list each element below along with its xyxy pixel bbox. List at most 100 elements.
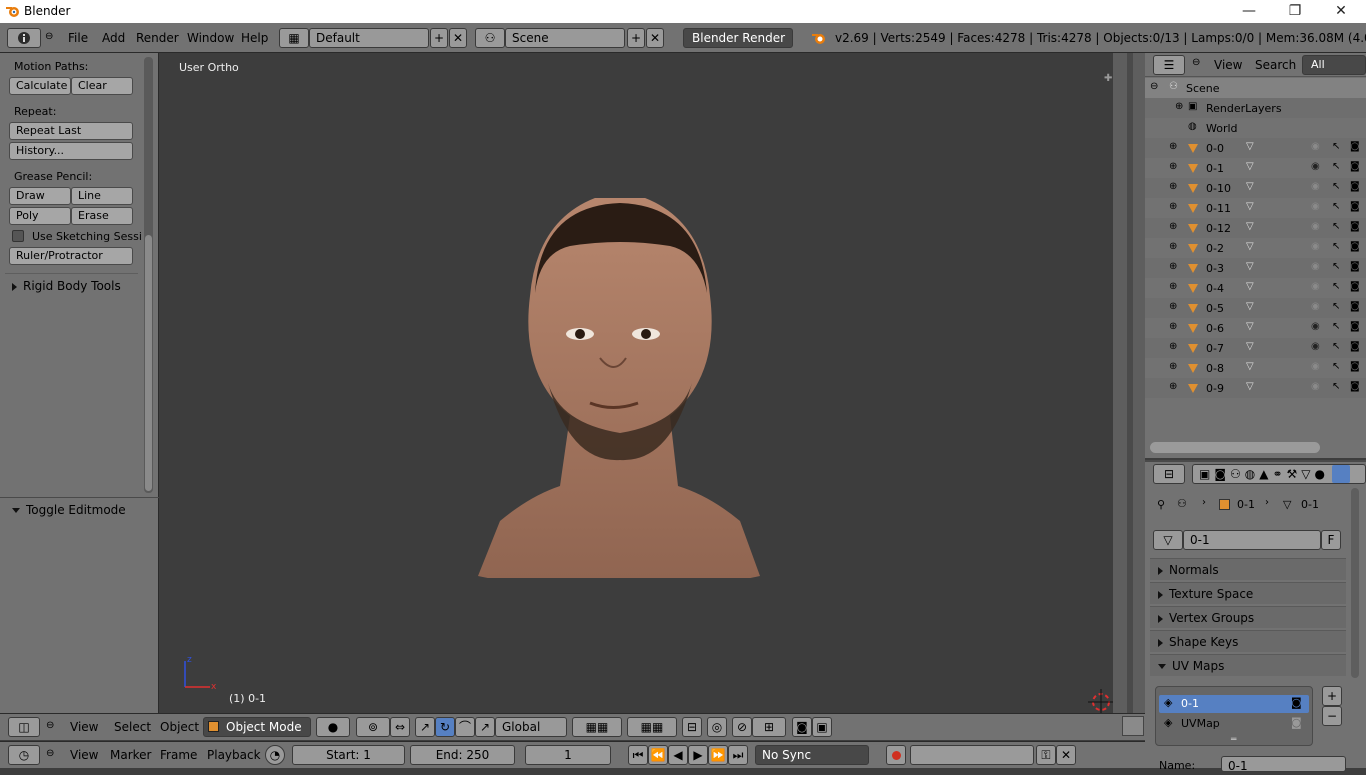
expand-toggle-icon[interactable]: ⊕: [1169, 221, 1177, 232]
menu-render[interactable]: Render: [136, 31, 179, 45]
collapse-menu-icon[interactable]: ⊖: [46, 748, 54, 759]
tree-row-scene[interactable]: ⊖ ⚇ Scene: [1145, 78, 1366, 98]
renderable-camera-icon[interactable]: ◙: [1350, 261, 1360, 272]
panel-uv-maps[interactable]: UV Maps: [1150, 654, 1346, 676]
poly-button[interactable]: Poly: [9, 207, 71, 225]
visibility-eye-icon[interactable]: ◉: [1311, 221, 1320, 232]
3d-cursor-icon[interactable]: [1088, 689, 1114, 715]
list-resize-grip-icon[interactable]: ═: [1231, 735, 1236, 745]
visibility-eye-icon[interactable]: ◉: [1311, 181, 1320, 192]
play-reverse-icon[interactable]: ◀: [668, 745, 688, 765]
menu-help[interactable]: Help: [241, 31, 268, 45]
tree-row-object[interactable]: ⊕ 0-5 ▽ ◉ ↖ ◙: [1145, 298, 1366, 318]
tree-row-object[interactable]: ⊕ 0-7 ▽ ◉ ↖ ◙: [1145, 338, 1366, 358]
renderable-camera-icon[interactable]: ◙: [1350, 141, 1360, 152]
renderable-camera-icon[interactable]: ◙: [1350, 241, 1360, 252]
display-mode-select[interactable]: All Scenes: [1302, 55, 1366, 89]
renderable-camera-icon[interactable]: ◙: [1350, 221, 1360, 232]
menu-view[interactable]: View: [70, 748, 98, 762]
expand-toggle-icon[interactable]: ⊕: [1169, 241, 1177, 252]
tree-row-object[interactable]: ⊕ 0-1 ▽ ◉ ↖ ◙: [1145, 158, 1366, 178]
panel-normals[interactable]: Normals: [1150, 558, 1346, 580]
add-uv-map-button[interactable]: +: [1322, 686, 1342, 706]
visibility-eye-icon[interactable]: ◉: [1311, 321, 1320, 332]
jump-end-icon[interactable]: ⏭: [728, 745, 748, 765]
visibility-eye-icon[interactable]: ◉: [1311, 201, 1320, 212]
selectable-cursor-icon[interactable]: ↖: [1332, 221, 1340, 232]
collapse-menu-icon[interactable]: ⊖: [1192, 57, 1200, 68]
screen-layout-icon[interactable]: ▦: [279, 28, 309, 48]
selectable-cursor-icon[interactable]: ↖: [1332, 281, 1340, 292]
timeline-preview-icon[interactable]: ◔: [265, 745, 285, 765]
close-button[interactable]: ✕: [1318, 0, 1364, 23]
mesh-browse-icon[interactable]: ▽: [1153, 530, 1183, 550]
selectable-cursor-icon[interactable]: ↖: [1332, 321, 1340, 332]
jump-keyframe-back-icon[interactable]: ⏪: [648, 745, 668, 765]
scene-selector-icon[interactable]: ⚇: [475, 28, 505, 48]
panel-texture-space[interactable]: Texture Space: [1150, 582, 1346, 604]
renderable-camera-icon[interactable]: ◙: [1350, 301, 1360, 312]
visibility-eye-icon[interactable]: ◉: [1311, 261, 1320, 272]
keying-set-field[interactable]: [910, 745, 1034, 765]
remove-scene-button[interactable]: ✕: [646, 28, 664, 48]
render-engine-select[interactable]: Blender Render: [683, 28, 793, 48]
add-scene-button[interactable]: +: [627, 28, 645, 48]
uv-map-list[interactable]: ◈ 0-1 ◙ ◈ UVMap ◙ ═: [1155, 686, 1313, 746]
selectable-cursor-icon[interactable]: ↖: [1332, 381, 1340, 392]
add-layout-button[interactable]: +: [430, 28, 448, 48]
tree-row-object[interactable]: ⊕ 0-3 ▽ ◉ ↖ ◙: [1145, 258, 1366, 278]
toggle-editmode-panel[interactable]: Toggle Editmode: [12, 503, 126, 517]
collapse-menu-icon[interactable]: ⊖: [45, 31, 53, 42]
expand-toggle-icon[interactable]: ⊕: [1175, 101, 1183, 112]
delete-keyframe-icon[interactable]: ✕: [1056, 745, 1076, 765]
expand-toggle-icon[interactable]: ⊕: [1169, 201, 1177, 212]
menu-select[interactable]: Select: [114, 720, 151, 734]
tree-row-object[interactable]: ⊕ 0-9 ▽ ◉ ↖ ◙: [1145, 378, 1366, 398]
collapse-menu-icon[interactable]: ⊖: [46, 720, 54, 731]
screen-layout-field[interactable]: Default: [309, 28, 429, 48]
menu-marker[interactable]: Marker: [110, 748, 151, 762]
tree-row-object[interactable]: ⊕ 0-10 ▽ ◉ ↖ ◙: [1145, 178, 1366, 198]
tree-row-object[interactable]: ⊕ 0-6 ▽ ◉ ↖ ◙: [1145, 318, 1366, 338]
expand-toggle-icon[interactable]: ⊕: [1169, 161, 1177, 172]
sync-mode-select[interactable]: No Sync: [755, 745, 869, 765]
renderable-camera-icon[interactable]: ◙: [1350, 201, 1360, 212]
tree-row-object[interactable]: ⊕ 0-0 ▽ ◉ ↖ ◙: [1145, 138, 1366, 158]
renderable-camera-icon[interactable]: ◙: [1350, 361, 1360, 372]
expand-toggle-icon[interactable]: ⊕: [1169, 381, 1177, 392]
outliner-horizontal-scrollbar[interactable]: [1150, 442, 1320, 453]
visibility-eye-icon[interactable]: ◉: [1311, 141, 1320, 152]
manipulator-select-icon[interactable]: ↗: [475, 717, 495, 737]
snap-element-select[interactable]: ⊞: [752, 717, 786, 737]
editor-type-properties-button[interactable]: ⊟: [1153, 464, 1185, 484]
uv-map-item-active[interactable]: ◈ 0-1 ◙: [1159, 695, 1309, 713]
expand-toggle-icon[interactable]: ⊕: [1169, 141, 1177, 152]
erase-button[interactable]: Erase: [71, 207, 133, 225]
pin-icon[interactable]: ⚲: [1157, 498, 1165, 511]
crumb-object[interactable]: 0-1: [1237, 498, 1255, 511]
expand-toggle-icon[interactable]: ⊕: [1169, 321, 1177, 332]
tree-row-object[interactable]: ⊕ 0-2 ▽ ◉ ↖ ◙: [1145, 238, 1366, 258]
use-sketching-checkbox[interactable]: [12, 230, 24, 242]
visibility-eye-icon[interactable]: ◉: [1311, 381, 1320, 392]
3d-viewport[interactable]: User Ortho ✚ z x (1) 0-1: [160, 53, 1114, 715]
crumb-mesh[interactable]: 0-1: [1301, 498, 1319, 511]
visibility-eye-icon[interactable]: ◉: [1311, 161, 1320, 172]
insert-keyframe-icon[interactable]: ⚿: [1036, 745, 1056, 765]
renderable-camera-icon[interactable]: ◙: [1350, 341, 1360, 352]
selectable-cursor-icon[interactable]: ↖: [1332, 361, 1340, 372]
mesh-name-field[interactable]: 0-1: [1183, 530, 1321, 550]
selectable-cursor-icon[interactable]: ↖: [1332, 341, 1340, 352]
expand-toggle-icon[interactable]: ⊕: [1169, 301, 1177, 312]
scale-manipulator-icon[interactable]: ⌒: [455, 717, 475, 737]
data-tab-active[interactable]: [1332, 465, 1350, 483]
fake-user-button[interactable]: F: [1321, 530, 1341, 550]
translate-manipulator-icon[interactable]: ↗: [415, 717, 435, 737]
outliner-menu-search[interactable]: Search: [1255, 58, 1296, 72]
history-button[interactable]: History...: [9, 142, 133, 160]
play-icon[interactable]: ▶: [688, 745, 708, 765]
viewport-shading-select[interactable]: ●: [316, 717, 350, 737]
collapse-toggle-icon[interactable]: ⊖: [1150, 81, 1158, 92]
panel-vertex-groups[interactable]: Vertex Groups: [1150, 606, 1346, 628]
renderable-camera-icon[interactable]: ◙: [1350, 321, 1360, 332]
